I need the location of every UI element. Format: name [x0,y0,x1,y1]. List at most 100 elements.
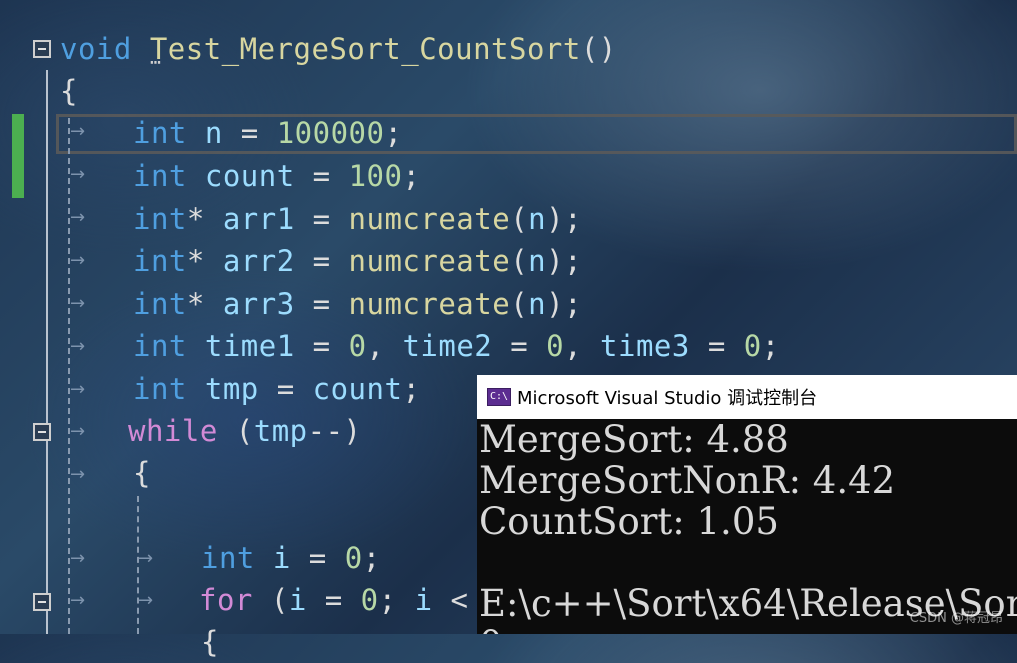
code-token: i [414,583,433,617]
code-token: time1 [204,329,295,363]
code-token: = [222,116,277,150]
code-token: 100 [348,159,403,193]
debug-console-window[interactable]: C:\ Microsoft Visual Studio 调试控制台 MergeS… [477,375,1017,634]
code-text: for (i = 0; i < [199,579,468,621]
code-token: while [128,414,218,448]
code-token: { [60,74,78,108]
collapse-icon[interactable] [33,40,51,58]
code-token: = [294,287,349,321]
code-token: int [133,372,187,406]
change-indicator-bar [12,114,24,198]
console-line: MergeSortNonR: 4.42 [479,459,896,502]
code-text: int tmp = count; [133,368,420,410]
code-token: n [528,202,547,236]
console-line: MergeSort: 4.88 [479,418,789,461]
tab-arrow-icon: → [70,336,86,357]
console-output: MergeSort: 4.88 MergeSortNonR: 4.42 Coun… [477,419,1017,634]
console-line: CountSort: 1.05 [479,500,779,543]
code-token: () [580,32,617,66]
code-token: ); [546,287,583,321]
collapse-icon[interactable] [33,423,51,441]
tab-arrow-icon: → [70,379,86,400]
code-token: n [204,116,223,150]
code-token: Test_MergeSort_CountSort [149,32,581,66]
code-token: { [133,456,151,490]
code-token: arr2 [222,244,295,278]
code-token: tmp [204,372,259,406]
code-token: ; [402,372,421,406]
code-token: , [366,329,403,363]
code-token: 0 [344,541,363,575]
code-text: int* arr1 = numcreate(n); [133,198,582,240]
code-token: * [186,287,223,321]
code-text: void Test_MergeSort_CountSort() [60,28,617,70]
code-text: { [201,621,219,663]
code-token: = [294,159,349,193]
indent-guide [46,70,48,634]
code-text: int count = 100; [133,155,420,197]
tab-arrow-icon: → [70,250,86,271]
code-token: * [186,244,223,278]
code-token: ( [510,202,529,236]
code-token: 0 [348,329,367,363]
tab-arrow-icon: → [70,421,86,442]
code-token: i [272,541,291,575]
code-token: = [492,329,547,363]
code-text: int n = 100000; [133,112,402,154]
code-token: ( [217,414,254,448]
code-text: int time1 = 0, time2 = 0, time3 = 0; [133,325,780,367]
console-titlebar[interactable]: C:\ Microsoft Visual Studio 调试控制台 [477,375,1017,419]
tab-arrow-icon: → [138,590,154,611]
code-token: ; [384,116,403,150]
code-token: n [528,244,547,278]
code-token: * [186,202,223,236]
code-token: ); [546,244,583,278]
tab-arrow-icon: → [70,548,86,569]
code-token: count [312,372,403,406]
tab-arrow-icon: → [138,548,154,569]
code-token: int [133,287,187,321]
code-token: = [258,372,313,406]
code-token: { [201,625,219,659]
code-token: 100000 [276,116,385,150]
code-token: , [564,329,601,363]
code-text: int i = 0; [201,537,381,579]
code-token: --) [307,414,362,448]
code-token: ; [378,583,415,617]
code-token: = [306,583,361,617]
code-token: = [294,202,349,236]
tab-arrow-icon: → [70,164,86,185]
console-app-icon: C:\ [487,388,511,406]
code-token: numcreate [348,244,511,278]
code-token: 0 [360,583,379,617]
code-token: = [290,541,345,575]
code-token: = [689,329,744,363]
code-text: while (tmp--) [128,410,362,452]
tab-arrow-icon: → [70,293,86,314]
code-token: ( [252,583,289,617]
code-token: ; [402,159,421,193]
code-token: int [133,244,187,278]
code-token: ( [510,287,529,321]
code-token: for [199,583,253,617]
code-token: = [294,329,349,363]
tab-arrow-icon: → [70,464,86,485]
code-token: ; [362,541,381,575]
code-token: int [133,202,187,236]
collapse-icon[interactable] [33,593,51,611]
code-token: 0 [546,329,565,363]
code-token: int [201,541,255,575]
code-token: int [133,329,187,363]
code-token: time2 [402,329,493,363]
code-token: = [294,244,349,278]
code-token: count [204,159,295,193]
code-token: time3 [600,329,690,363]
code-text: { [60,70,78,112]
code-token: tmp [253,414,308,448]
code-token: arr1 [222,202,295,236]
code-text: int* arr2 = numcreate(n); [133,240,582,282]
